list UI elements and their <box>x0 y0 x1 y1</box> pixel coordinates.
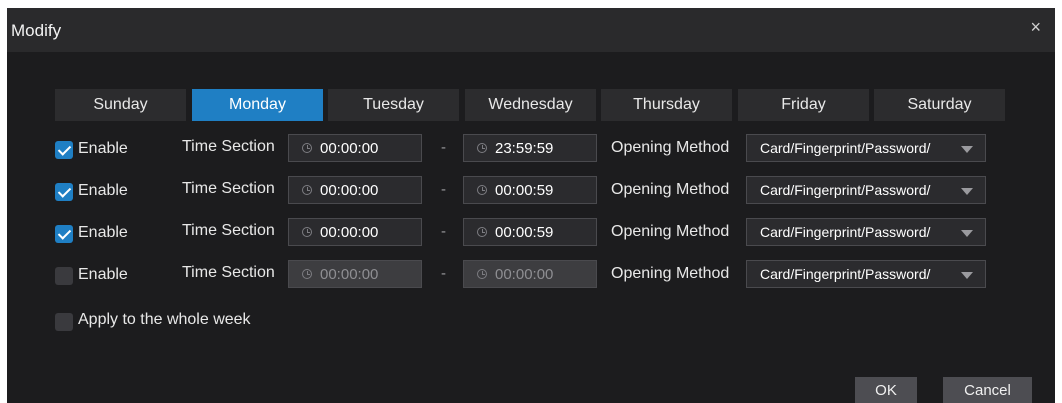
time-separator: - <box>441 265 446 282</box>
end-time-input[interactable]: 00:00:00 <box>463 260 597 288</box>
start-time-value: 00:00:00 <box>320 181 379 199</box>
clock-icon <box>477 269 487 279</box>
time-separator: - <box>441 181 446 198</box>
time-section-row: Enable Time Section 00:00:00 - 00:00:00 … <box>55 260 995 288</box>
start-time-input[interactable]: 00:00:00 <box>288 260 422 288</box>
end-time-input[interactable]: 00:00:59 <box>463 218 597 246</box>
opening-method-value: Card/Fingerprint/Password/ <box>760 224 931 240</box>
end-time-input[interactable]: 00:00:59 <box>463 176 597 204</box>
clock-icon <box>302 227 312 237</box>
close-icon[interactable]: × <box>1030 17 1041 38</box>
enable-checkbox[interactable] <box>55 141 73 159</box>
enable-label: Enable <box>78 140 128 157</box>
end-time-value: 00:00:59 <box>495 223 554 241</box>
dialog-titlebar: Modify × <box>7 8 1055 52</box>
start-time-input[interactable]: 00:00:00 <box>288 134 422 162</box>
start-time-value: 00:00:00 <box>320 265 379 283</box>
enable-label: Enable <box>78 182 128 199</box>
start-time-value: 00:00:00 <box>320 223 379 241</box>
tab-saturday[interactable]: Saturday <box>874 89 1005 121</box>
time-section-label: Time Section <box>182 180 275 197</box>
opening-method-value: Card/Fingerprint/Password/ <box>760 182 931 198</box>
opening-method-label: Opening Method <box>611 265 730 282</box>
clock-icon <box>302 185 312 195</box>
chevron-down-icon <box>961 272 973 279</box>
end-time-input[interactable]: 23:59:59 <box>463 134 597 162</box>
apply-whole-week-checkbox[interactable] <box>55 313 73 331</box>
start-time-input[interactable]: 00:00:00 <box>288 176 422 204</box>
apply-whole-week-label: Apply to the whole week <box>78 311 251 328</box>
opening-method-label: Opening Method <box>611 139 730 156</box>
clock-icon <box>477 227 487 237</box>
time-section-label: Time Section <box>182 138 275 155</box>
time-section-row: Enable Time Section 00:00:00 - 23:59:59 … <box>55 134 995 162</box>
time-separator: - <box>441 139 446 156</box>
end-time-value: 00:00:00 <box>495 265 554 283</box>
opening-method-label: Opening Method <box>611 223 730 240</box>
chevron-down-icon <box>961 188 973 195</box>
clock-icon <box>477 185 487 195</box>
time-section-row: Enable Time Section 00:00:00 - 00:00:59 … <box>55 218 995 246</box>
clock-icon <box>477 143 487 153</box>
enable-label: Enable <box>78 266 128 283</box>
opening-method-value: Card/Fingerprint/Password/ <box>760 140 931 156</box>
clock-icon <box>302 269 312 279</box>
tab-wednesday[interactable]: Wednesday <box>465 89 596 121</box>
time-section-label: Time Section <box>182 264 275 281</box>
tab-friday[interactable]: Friday <box>738 89 869 121</box>
enable-checkbox[interactable] <box>55 225 73 243</box>
modify-dialog: Modify × Sunday Monday Tuesday Wednesday… <box>7 8 1055 403</box>
enable-label: Enable <box>78 224 128 241</box>
time-section-label: Time Section <box>182 222 275 239</box>
opening-method-value: Card/Fingerprint/Password/ <box>760 266 931 282</box>
tab-tuesday[interactable]: Tuesday <box>328 89 459 121</box>
time-section-row: Enable Time Section 00:00:00 - 00:00:59 … <box>55 176 995 204</box>
time-separator: - <box>441 223 446 240</box>
start-time-value: 00:00:00 <box>320 139 379 157</box>
opening-method-select[interactable]: Card/Fingerprint/Password/ <box>746 260 986 288</box>
enable-checkbox[interactable] <box>55 183 73 201</box>
ok-button[interactable]: OK <box>855 377 917 403</box>
tab-sunday[interactable]: Sunday <box>55 89 186 121</box>
opening-method-select[interactable]: Card/Fingerprint/Password/ <box>746 134 986 162</box>
chevron-down-icon <box>961 230 973 237</box>
cancel-button[interactable]: Cancel <box>943 377 1032 403</box>
start-time-input[interactable]: 00:00:00 <box>288 218 422 246</box>
end-time-value: 00:00:59 <box>495 181 554 199</box>
opening-method-select[interactable]: Card/Fingerprint/Password/ <box>746 218 986 246</box>
opening-method-select[interactable]: Card/Fingerprint/Password/ <box>746 176 986 204</box>
clock-icon <box>302 143 312 153</box>
chevron-down-icon <box>961 146 973 153</box>
end-time-value: 23:59:59 <box>495 139 554 157</box>
dialog-title: Modify <box>11 21 62 40</box>
apply-whole-week-row: Apply to the whole week <box>55 306 995 334</box>
opening-method-label: Opening Method <box>611 181 730 198</box>
tab-monday[interactable]: Monday <box>192 89 323 121</box>
enable-checkbox[interactable] <box>55 267 73 285</box>
tab-thursday[interactable]: Thursday <box>601 89 732 121</box>
